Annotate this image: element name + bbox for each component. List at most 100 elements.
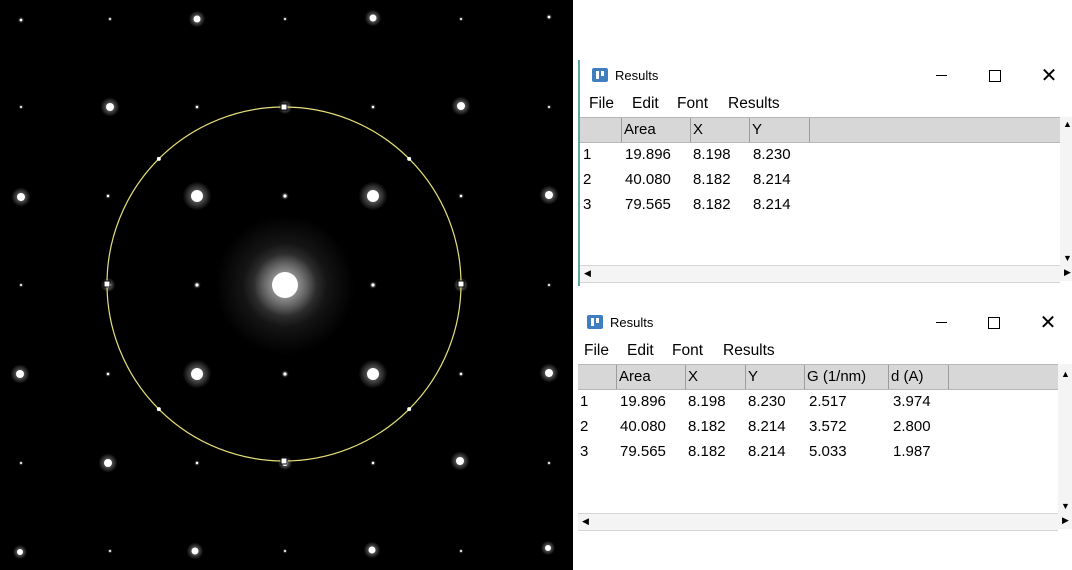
column-header-area[interactable]: Area	[617, 365, 686, 389]
column-header-y[interactable]: Y	[750, 118, 810, 142]
horizontal-scrollbar[interactable]: ◀	[580, 265, 1060, 283]
roi-resize-handle[interactable]	[280, 103, 288, 111]
table-row[interactable]: 1 19.896 8.198 8.230 2.517 3.974	[578, 390, 1060, 414]
close-icon: ✕	[1039, 312, 1057, 334]
menu-edit[interactable]: Edit	[627, 342, 654, 360]
scroll-left-icon[interactable]: ◀	[584, 268, 591, 279]
close-button[interactable]: ✕	[1026, 62, 1072, 90]
title-bar[interactable]: Results ✕	[578, 307, 1072, 339]
scroll-down-icon[interactable]: ▼	[1061, 501, 1070, 511]
menu-font[interactable]: Font	[677, 95, 708, 113]
scroll-right-button[interactable]: ▶	[1060, 265, 1072, 281]
diffraction-image[interactable]	[0, 0, 573, 570]
diffraction-image-canvas[interactable]	[0, 0, 573, 570]
diffraction-spot	[283, 194, 287, 198]
maximize-button[interactable]	[972, 62, 1018, 90]
minimize-icon	[935, 75, 947, 77]
menu-file[interactable]: File	[584, 342, 609, 360]
scroll-right-icon[interactable]: ▶	[1062, 515, 1069, 526]
diffraction-spot	[547, 15, 551, 19]
menu-font[interactable]: Font	[672, 342, 703, 360]
roi-vertex-handle[interactable]	[156, 407, 161, 412]
imagej-results-icon	[587, 315, 603, 329]
vertical-scrollbar[interactable]: ▲ ▼	[1058, 364, 1072, 513]
diffraction-spot	[195, 105, 199, 109]
roi-resize-handle[interactable]	[103, 280, 111, 288]
menu-edit[interactable]: Edit	[632, 95, 659, 113]
window-title: Results	[610, 315, 654, 330]
column-header-x[interactable]: X	[691, 118, 750, 142]
scroll-right-icon[interactable]: ▶	[1064, 267, 1071, 278]
table-row[interactable]: 3 79.565 8.182 8.214 5.033 1.987	[578, 440, 1060, 464]
table-row[interactable]: 1 19.896 8.198 8.230	[580, 143, 1062, 167]
table-header: Area X Y G (1/nm) d (A)	[578, 364, 1060, 390]
title-bar[interactable]: Results ✕	[580, 60, 1072, 92]
results-window-2[interactable]: Results ✕ File Edit Font Results Area X …	[578, 307, 1072, 534]
results-window-1[interactable]: Results ✕ File Edit Font Results Area X …	[578, 60, 1072, 286]
roi-vertex-handle[interactable]	[407, 407, 412, 412]
roi-vertex-handle[interactable]	[156, 156, 161, 161]
table-cell: 8.198	[693, 146, 731, 163]
table-cell: 8.214	[753, 171, 791, 188]
diffraction-spot	[548, 284, 550, 286]
table-cell: 8.198	[688, 393, 726, 410]
diffraction-spot	[459, 194, 463, 198]
diffraction-spot	[284, 550, 286, 552]
diffraction-spot	[371, 283, 375, 287]
scroll-up-icon[interactable]: ▲	[1063, 119, 1072, 129]
diffraction-spot	[545, 191, 553, 199]
table-cell: 19.896	[625, 146, 671, 163]
column-header-d[interactable]: d (A)	[889, 365, 949, 389]
column-header-g[interactable]: G (1/nm)	[805, 365, 889, 389]
scroll-right-button[interactable]: ▶	[1058, 513, 1072, 529]
maximize-button[interactable]	[971, 309, 1017, 337]
diffraction-spot	[369, 14, 377, 22]
column-header-index[interactable]	[578, 365, 617, 389]
table-cell: 2.517	[809, 393, 847, 410]
minimize-button[interactable]	[918, 309, 964, 337]
table-row[interactable]: 2 40.080 8.182 8.214	[580, 168, 1062, 192]
diffraction-spot	[17, 549, 23, 555]
maximize-icon	[989, 69, 1001, 82]
vertical-scrollbar[interactable]: ▲ ▼	[1060, 117, 1072, 265]
table-cell: 40.080	[620, 418, 666, 435]
diffraction-spot	[548, 106, 550, 108]
scroll-up-icon[interactable]: ▲	[1061, 369, 1070, 379]
column-header-index[interactable]	[580, 118, 622, 142]
diffraction-spot	[16, 370, 24, 378]
roi-vertex-handle[interactable]	[407, 156, 412, 161]
column-header-area[interactable]: Area	[622, 118, 691, 142]
diffraction-spot	[368, 546, 376, 554]
menu-results[interactable]: Results	[723, 342, 775, 360]
table-cell: 1	[580, 393, 589, 410]
scroll-down-icon[interactable]: ▼	[1063, 253, 1072, 263]
table-cell: 8.182	[688, 418, 726, 435]
diffraction-spot	[20, 462, 22, 464]
table-cell: 40.080	[625, 171, 671, 188]
diffraction-spot	[367, 368, 379, 380]
horizontal-scrollbar[interactable]: ◀	[578, 513, 1058, 531]
table-row[interactable]: 2 40.080 8.182 8.214 3.572 2.800	[578, 415, 1060, 439]
scroll-left-icon[interactable]: ◀	[582, 516, 589, 527]
table-cell: 1.987	[893, 443, 931, 460]
minimize-button[interactable]	[918, 62, 964, 90]
menu-bar: File Edit Font Results	[580, 93, 1072, 115]
table-cell: 8.182	[693, 196, 731, 213]
column-header-x[interactable]: X	[686, 365, 746, 389]
roi-resize-handle[interactable]	[457, 280, 465, 288]
table-row[interactable]: 3 79.565 8.182 8.214	[580, 193, 1062, 217]
diffraction-spot	[193, 15, 201, 23]
table-cell: 3	[583, 196, 592, 213]
diffraction-spot	[367, 190, 379, 202]
menu-bar: File Edit Font Results	[578, 340, 1072, 362]
table-cell: 8.214	[748, 418, 786, 435]
menu-file[interactable]: File	[589, 95, 614, 113]
menu-results[interactable]: Results	[728, 95, 780, 113]
table-cell: 2	[583, 171, 592, 188]
close-button[interactable]: ✕	[1025, 309, 1071, 337]
diffraction-spot	[371, 105, 375, 109]
diffraction-spot	[457, 102, 465, 110]
roi-resize-handle[interactable]	[280, 457, 288, 465]
column-header-y[interactable]: Y	[746, 365, 805, 389]
diffraction-spot	[106, 194, 110, 198]
